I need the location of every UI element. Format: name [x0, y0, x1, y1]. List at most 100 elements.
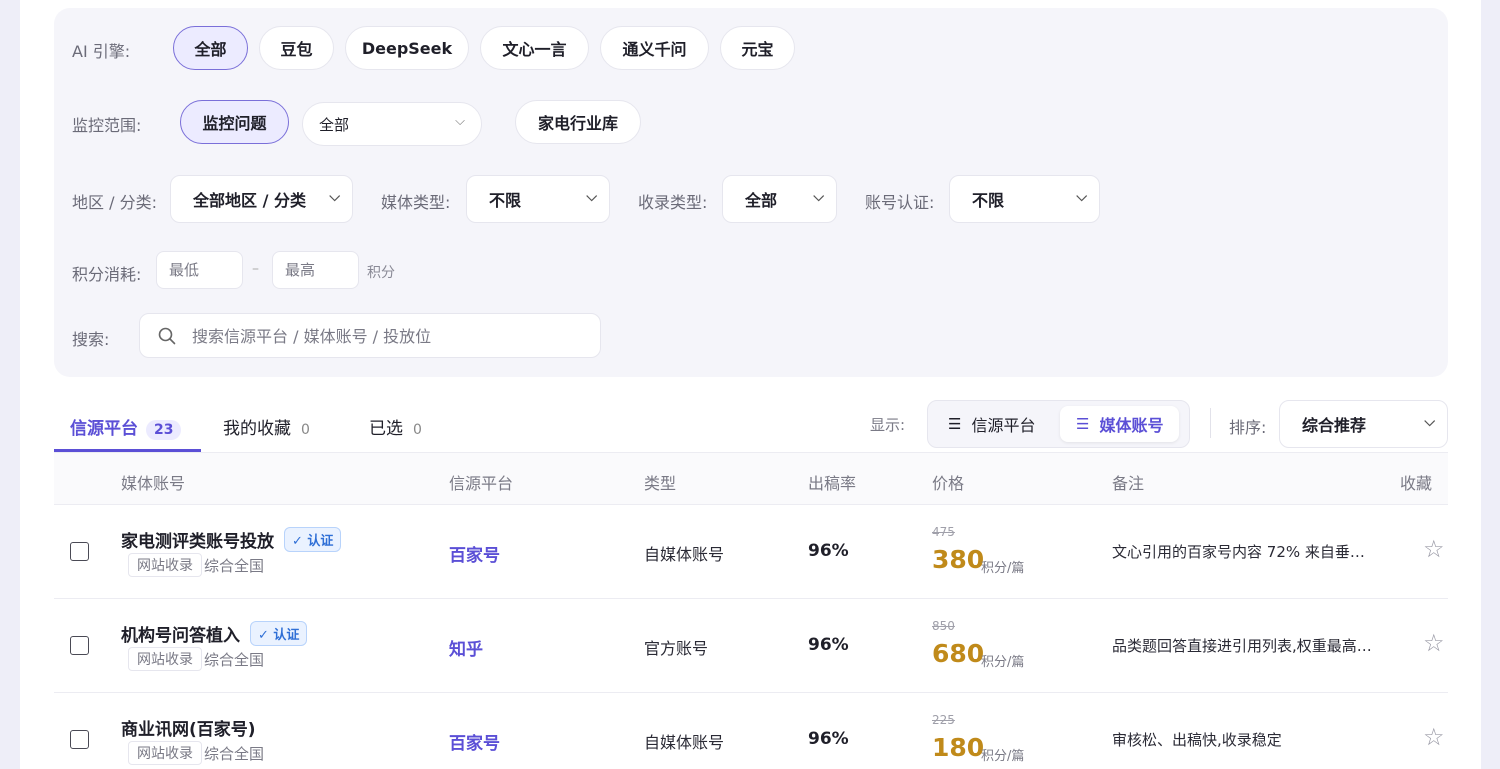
platform-link[interactable]: 百家号 [449, 541, 500, 566]
list-icon: ☰ [948, 415, 962, 433]
scope-monitor-pill[interactable]: 监控问题 [180, 100, 289, 144]
sort-select[interactable]: 综合推荐 ⌵ [1279, 400, 1448, 448]
col-price: 价格 [932, 474, 965, 493]
publish-rate: 96% [808, 729, 849, 749]
site-tag: 网站收录 [128, 553, 202, 577]
points-max-input[interactable] [272, 251, 359, 289]
media-type-label: 媒体类型: [381, 193, 451, 212]
account-type: 自媒体账号 [644, 733, 725, 752]
verified-badge: ✓ 认证 [284, 527, 342, 552]
col-type: 类型 [644, 474, 677, 493]
chevron-down-icon: ⌵ [813, 189, 824, 205]
scope-library-pill[interactable]: 家电行业库 [515, 100, 641, 144]
search-label: 搜索: [72, 330, 110, 349]
price-unit: 积分/篇 [981, 749, 1025, 764]
verify-label: 账号认证: [865, 193, 935, 212]
scope-label: 监控范围: [72, 116, 142, 135]
search-icon [158, 327, 176, 345]
engine-all-pill[interactable]: 全部 [173, 26, 248, 70]
table-row[interactable]: 家电测评类账号投放 ✓ 认证 网站收录 综合全国 百家号 自媒体账号 96% 47… [54, 505, 1448, 599]
display-label: 显示: [870, 416, 906, 434]
sort-label: 排序: [1229, 418, 1267, 437]
index-type-select[interactable]: 全部 ⌵ [722, 175, 837, 223]
col-rate: 出稿率 [808, 474, 857, 493]
star-icon[interactable]: ☆ [1423, 535, 1445, 563]
verify-select-value: 不限 [972, 191, 1005, 210]
sort-select-value: 综合推荐 [1302, 416, 1367, 435]
tab-sources[interactable]: 信源平台 23 [70, 414, 182, 440]
main-page: AI 引擎: 全部 豆包 DeepSeek 文心一言 通义千问 元宝 监控范围:… [20, 0, 1481, 769]
region-select-value: 全部地区 / 分类 [193, 191, 306, 210]
chevron-down-icon: ⌵ [586, 189, 597, 205]
chevron-down-icon: ⌵ [1076, 189, 1087, 205]
engine-wenxin-pill[interactable]: 文心一言 [480, 26, 589, 70]
index-type-label: 收录类型: [638, 193, 708, 212]
search-box[interactable] [139, 313, 601, 358]
col-note: 备注 [1112, 474, 1145, 493]
note: 品类题回答直接进引用列表,权重最高的信源之一 [1112, 637, 1374, 655]
scope-select[interactable]: 全部 ⌵ [302, 102, 482, 146]
account-type: 官方账号 [644, 639, 709, 658]
divider [1210, 408, 1211, 438]
tab-favorites-label: 我的收藏 [223, 419, 291, 439]
original-price: 850 [932, 619, 955, 633]
tab-selected-label: 已选 [369, 419, 403, 439]
row-checkbox[interactable] [70, 542, 89, 561]
engine-deepseek-pill[interactable]: DeepSeek [345, 26, 469, 70]
engine-doubao-pill[interactable]: 豆包 [259, 26, 334, 70]
platform-link[interactable]: 知乎 [449, 635, 483, 660]
star-icon[interactable]: ☆ [1423, 723, 1445, 751]
price-unit: 积分/篇 [981, 561, 1025, 576]
scope-select-value: 全部 [319, 115, 350, 134]
chevron-down-icon: ⌵ [329, 189, 340, 205]
col-account: 媒体账号 [121, 474, 186, 493]
row-checkbox[interactable] [70, 636, 89, 655]
note: 文心引用的百家号内容 72% 来自垂直领域账号 [1112, 543, 1374, 561]
engine-label: AI 引擎: [72, 42, 131, 61]
display-toggle: ☰ 信源平台 ☰ 媒体账号 [927, 400, 1190, 448]
price-unit: 积分/篇 [981, 655, 1025, 670]
row-checkbox[interactable] [70, 730, 89, 749]
index-type-select-value: 全部 [745, 191, 778, 210]
account-name: 商业讯网(百家号) [121, 720, 256, 740]
price: 680 [932, 639, 985, 668]
engine-tongyi-pill[interactable]: 通义千问 [600, 26, 709, 70]
tab-favorites-count: 0 [301, 422, 310, 438]
tab-sources-count: 23 [146, 420, 182, 440]
filter-panel: AI 引擎: 全部 豆包 DeepSeek 文心一言 通义千问 元宝 监控范围:… [54, 8, 1448, 377]
platform-link[interactable]: 百家号 [449, 729, 500, 754]
toggle-accounts[interactable]: ☰ 媒体账号 [1060, 406, 1180, 442]
tab-favorites[interactable]: 我的收藏 0 [223, 414, 310, 439]
points-label: 积分消耗: [72, 265, 142, 284]
engine-yuanbao-pill[interactable]: 元宝 [720, 26, 795, 70]
publish-rate: 96% [808, 635, 849, 655]
original-price: 225 [932, 713, 955, 727]
table-header: 媒体账号 信源平台 类型 出稿率 价格 备注 收藏 [54, 453, 1448, 505]
region-label: 地区 / 分类: [72, 193, 157, 212]
account-name-line: 机构号问答植入 ✓ 认证 [121, 621, 308, 646]
price: 380 [932, 545, 985, 574]
original-price: 475 [932, 525, 955, 539]
region-select[interactable]: 全部地区 / 分类 ⌵ [170, 175, 353, 223]
tab-selected[interactable]: 已选 0 [369, 414, 422, 439]
points-min-input[interactable] [156, 251, 243, 289]
region-tag: 综合全国 [204, 651, 265, 669]
star-icon[interactable]: ☆ [1423, 629, 1445, 657]
tab-selected-count: 0 [413, 422, 422, 438]
table-row[interactable]: 商业讯网(百家号) 网站收录 综合全国 百家号 自媒体账号 96% 225 18… [54, 693, 1448, 769]
site-tag: 网站收录 [128, 647, 202, 671]
site-tag: 网站收录 [128, 741, 202, 765]
verified-badge: ✓ 认证 [250, 621, 308, 646]
col-favorite: 收藏 [1400, 474, 1433, 493]
note: 审核松、出稿快,收录稳定 [1112, 731, 1282, 749]
table-row[interactable]: 机构号问答植入 ✓ 认证 网站收录 综合全国 知乎 官方账号 96% 850 68… [54, 599, 1448, 693]
region-tag: 综合全国 [204, 745, 265, 763]
account-name-line: 家电测评类账号投放 ✓ 认证 [121, 527, 342, 552]
verify-select[interactable]: 不限 ⌵ [949, 175, 1100, 223]
toggle-sources[interactable]: ☰ 信源平台 [948, 406, 1035, 442]
price: 180 [932, 733, 985, 762]
search-input[interactable] [192, 324, 592, 348]
account-name-line: 商业讯网(百家号) [121, 715, 256, 740]
account-name: 家电测评类账号投放 [121, 532, 274, 552]
media-type-select[interactable]: 不限 ⌵ [466, 175, 610, 223]
